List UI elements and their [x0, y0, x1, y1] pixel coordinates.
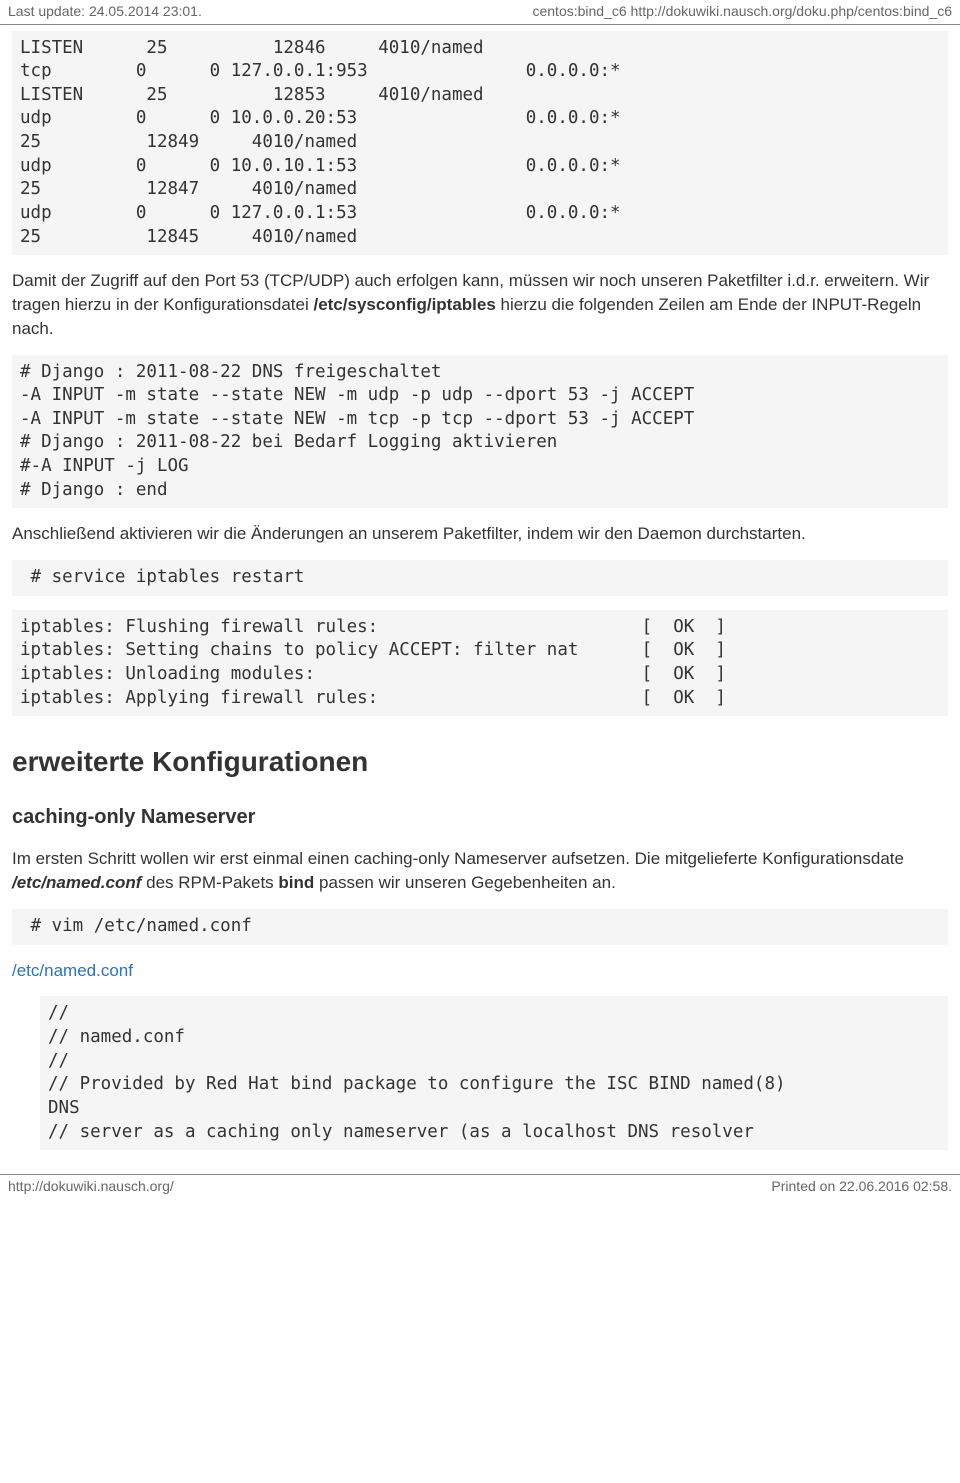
page-content: LISTEN 25 12846 4010/named tcp 0 0 127.0… — [0, 31, 960, 1175]
path-named-conf: /etc/named.conf — [12, 873, 141, 892]
page-footer: http://dokuwiki.nausch.org/ Printed on 2… — [0, 1174, 960, 1199]
page-header: Last update: 24.05.2014 23:01. centos:bi… — [0, 0, 960, 25]
paragraph-restart: Anschließend aktivieren wir die Änderung… — [12, 522, 948, 546]
text: Im ersten Schritt wollen wir erst einmal… — [12, 849, 904, 868]
paragraph-caching-intro: Im ersten Schritt wollen wir erst einmal… — [12, 847, 948, 895]
footer-left: http://dokuwiki.nausch.org/ — [8, 1177, 174, 1197]
footer-right: Printed on 22.06.2016 02:58. — [771, 1177, 952, 1197]
path-iptables: /etc/sysconfig/iptables — [313, 295, 495, 314]
link-named-conf[interactable]: /etc/named.conf — [12, 961, 133, 980]
header-right: centos:bind_c6 http://dokuwiki.nausch.or… — [532, 2, 952, 22]
heading-erweiterte: erweiterte Konfigurationen — [12, 742, 948, 781]
named-conf-snippet: // // named.conf // // Provided by Red H… — [40, 996, 948, 1150]
vim-cmd: # vim /etc/named.conf — [12, 909, 948, 945]
paragraph-paketfilter: Damit der Zugriff auf den Port 53 (TCP/U… — [12, 269, 948, 340]
text: des RPM-Pakets — [141, 873, 278, 892]
service-restart-cmd: # service iptables restart — [12, 560, 948, 596]
pkg-bind: bind — [278, 873, 314, 892]
text: passen wir unseren Gegebenheiten an. — [314, 873, 615, 892]
iptables-rules: # Django : 2011-08-22 DNS freigeschaltet… — [12, 355, 948, 509]
link-named-conf-wrapper: /etc/named.conf — [12, 959, 948, 983]
iptables-restart-output: iptables: Flushing firewall rules: [ OK … — [12, 610, 948, 717]
header-left: Last update: 24.05.2014 23:01. — [8, 2, 202, 22]
heading-caching-only: caching-only Nameserver — [12, 803, 948, 831]
netstat-output: LISTEN 25 12846 4010/named tcp 0 0 127.0… — [12, 31, 948, 256]
